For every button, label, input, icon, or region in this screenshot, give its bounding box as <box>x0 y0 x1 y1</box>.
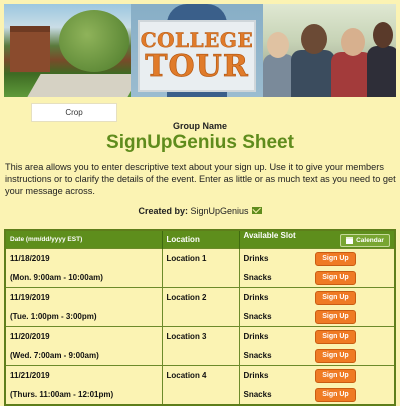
student-head <box>373 22 393 48</box>
sign-line-tour: TOUR <box>145 49 249 84</box>
crop-button[interactable]: Crop <box>31 103 117 122</box>
row-location: Location 4 <box>162 364 240 385</box>
sign-up-button[interactable]: Sign Up <box>315 290 356 305</box>
sign-up-button[interactable]: Sign Up <box>315 348 356 363</box>
sheet-description: This area allows you to enter descriptiv… <box>5 162 396 196</box>
header-location: Location <box>162 230 240 248</box>
campus-path-shape <box>27 74 131 97</box>
slot-name: Drinks <box>243 331 269 341</box>
student-head <box>341 28 365 56</box>
table-row: (Tue. 1:00pm - 3:00pm) Snacks Sign Up <box>5 306 396 326</box>
header-available-slot: Available Slot Calendar <box>239 230 396 248</box>
row-date: 11/19/2019 <box>5 286 163 307</box>
student-head <box>267 32 289 58</box>
signup-table: Date (mm/dd/yyyy EST) Location Available… <box>4 229 396 406</box>
slot-name: Snacks <box>243 272 272 282</box>
table-row: (Thurs. 11:00am - 12:01pm) Snacks Sign U… <box>5 384 396 405</box>
slot-cell: Drinks Sign Up <box>239 325 396 346</box>
calendar-button[interactable]: Calendar <box>340 234 390 248</box>
row-time: (Thurs. 11:00am - 12:01pm) <box>5 384 163 405</box>
college-tour-sign: COLLEGE TOUR <box>138 20 256 92</box>
table-row: 11/18/2019 Location 1 Drinks Sign Up <box>5 247 396 268</box>
slot-cell: Snacks Sign Up <box>239 384 396 405</box>
slot-cell: Snacks Sign Up <box>239 306 396 326</box>
table-row: (Mon. 9:00am - 10:00am) Snacks Sign Up <box>5 267 396 287</box>
sign-up-button[interactable]: Sign Up <box>315 251 356 266</box>
campus-building-shape <box>10 26 50 72</box>
created-by-line: Created by: SignUpGenius <box>0 206 400 216</box>
sign-up-button[interactable]: Sign Up <box>315 270 356 285</box>
row-location: Location 1 <box>162 247 240 268</box>
slot-name: Snacks <box>243 350 272 360</box>
slot-name: Drinks <box>243 370 269 380</box>
student-body <box>291 50 335 97</box>
table-header-row: Date (mm/dd/yyyy EST) Location Available… <box>5 230 396 248</box>
row-date: 11/20/2019 <box>5 325 163 346</box>
college-tour-sign-photo: COLLEGE TOUR <box>131 4 263 97</box>
student-body <box>367 46 396 97</box>
table-row: 11/20/2019 Location 3 Drinks Sign Up <box>5 325 396 346</box>
slot-cell: Drinks Sign Up <box>239 364 396 385</box>
row-date: 11/18/2019 <box>5 247 163 268</box>
header-date: Date (mm/dd/yyyy EST) <box>5 230 163 248</box>
row-time: (Tue. 1:00pm - 3:00pm) <box>5 306 163 326</box>
sign-line-college: COLLEGE <box>140 28 254 52</box>
campus-photo <box>4 4 131 97</box>
campus-tree-shape <box>59 10 129 72</box>
row-location-empty <box>162 345 240 365</box>
table-row: (Wed. 7:00am - 9:00am) Snacks Sign Up <box>5 345 396 365</box>
row-time: (Mon. 9:00am - 10:00am) <box>5 267 163 287</box>
row-location: Location 2 <box>162 286 240 307</box>
slot-cell: Snacks Sign Up <box>239 267 396 287</box>
slot-cell: Drinks Sign Up <box>239 286 396 307</box>
slot-name: Drinks <box>243 292 269 302</box>
sign-up-button[interactable]: Sign Up <box>315 368 356 383</box>
row-location-empty <box>162 267 240 287</box>
created-by-label: Created by: <box>138 206 188 216</box>
slot-cell: Drinks Sign Up <box>239 247 396 268</box>
calendar-icon <box>346 237 354 245</box>
row-date: 11/21/2019 <box>5 364 163 385</box>
student-head <box>301 24 327 54</box>
creator-name: SignUpGenius <box>190 206 249 216</box>
slot-name: Drinks <box>243 253 269 263</box>
slot-cell: Snacks Sign Up <box>239 345 396 365</box>
header-slot-label: Available Slot <box>243 231 296 241</box>
students-photo <box>263 4 396 97</box>
sheet-title: SignUpGenius Sheet <box>106 132 294 153</box>
group-name: Group Name <box>172 121 227 131</box>
table-row: 11/19/2019 Location 2 Drinks Sign Up <box>5 286 396 307</box>
table-row: 11/21/2019 Location 4 Drinks Sign Up <box>5 364 396 385</box>
calendar-label: Calendar <box>356 237 384 245</box>
row-time: (Wed. 7:00am - 9:00am) <box>5 345 163 365</box>
mail-icon[interactable] <box>251 207 262 215</box>
slot-name: Snacks <box>243 311 272 321</box>
sign-up-button[interactable]: Sign Up <box>315 329 356 344</box>
sign-up-button[interactable]: Sign Up <box>315 387 356 402</box>
row-location: Location 3 <box>162 325 240 346</box>
row-location-empty <box>162 306 240 326</box>
row-location-empty <box>162 384 240 405</box>
sign-up-button[interactable]: Sign Up <box>315 309 356 324</box>
slot-name: Snacks <box>243 389 272 399</box>
header-banner: COLLEGE TOUR <box>4 4 396 97</box>
